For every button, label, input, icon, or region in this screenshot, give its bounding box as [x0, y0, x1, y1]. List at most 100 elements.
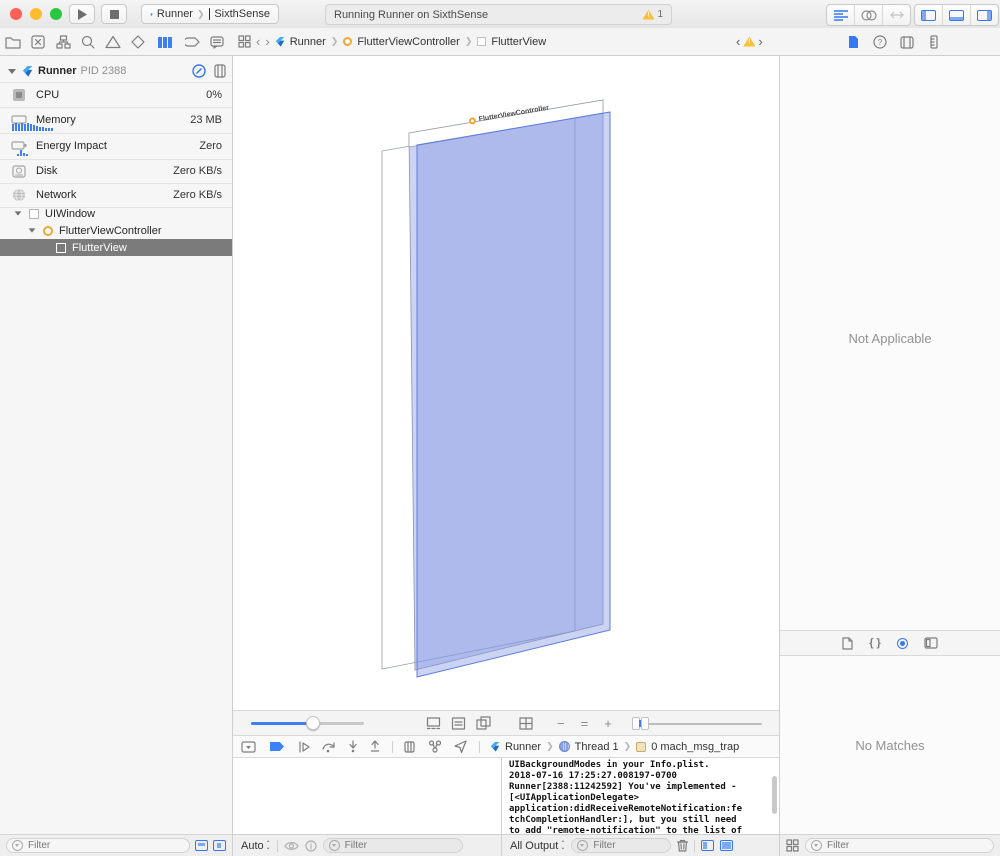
range-handle-right[interactable] [641, 717, 649, 730]
variables-filter-field[interactable] [323, 838, 463, 853]
symbol-navigator-tab[interactable] [54, 33, 72, 51]
variables-filter-input[interactable] [343, 839, 457, 852]
range-slider[interactable] [632, 717, 762, 730]
quick-help-inspector-tab[interactable]: ? [871, 33, 889, 51]
view-debugger-button[interactable] [403, 740, 416, 753]
toggle-navigator-button[interactable] [915, 5, 943, 25]
zoom-actual-button[interactable]: = [581, 716, 589, 731]
debugbar-thread[interactable]: Thread 1 [575, 741, 619, 753]
gauge-row-network[interactable]: Network Zero KB/s [0, 183, 232, 207]
debug-navigator-tab[interactable] [156, 33, 174, 51]
gauge-row-disk[interactable]: Disk Zero KB/s [0, 159, 232, 183]
media-library-tab[interactable] [924, 637, 938, 649]
find-navigator-tab[interactable] [79, 33, 97, 51]
disclosure-triangle[interactable] [8, 69, 16, 74]
report-navigator-tab[interactable] [208, 33, 226, 51]
console-filter-field[interactable] [571, 838, 671, 853]
step-out-button[interactable] [370, 740, 380, 753]
scope-label: Auto [241, 840, 264, 852]
library-filter-input[interactable] [825, 839, 988, 852]
cpu-icon [12, 88, 26, 102]
close-window-button[interactable] [10, 8, 22, 20]
size-inspector-tab[interactable] [925, 33, 943, 51]
project-navigator-tab[interactable] [4, 33, 22, 51]
spacing-slider[interactable] [251, 722, 364, 725]
scheme-selector[interactable]: Runner ❯ SixthSense [141, 4, 279, 24]
file-template-library-tab[interactable] [842, 637, 853, 650]
quicklook-eye-icon[interactable] [284, 841, 299, 851]
simulate-location-button[interactable] [454, 740, 467, 753]
library-filter-field[interactable] [805, 838, 994, 853]
process-row[interactable]: Runner PID 2388 [0, 60, 232, 82]
issue-navigator-tab[interactable] [104, 33, 122, 51]
disclosure-triangle[interactable] [29, 228, 36, 232]
debugbar-process[interactable]: Runner [505, 741, 541, 753]
source-control-navigator-tab[interactable] [29, 33, 47, 51]
standard-editor-button[interactable] [827, 5, 855, 25]
info-icon[interactable] [305, 840, 317, 852]
jumpbar-target[interactable]: Runner [290, 36, 326, 48]
gauge-row-cpu[interactable]: CPU 0% [0, 82, 232, 107]
flutterview-plane[interactable] [417, 112, 610, 677]
continue-button[interactable] [298, 741, 310, 753]
gauge-row-energy[interactable]: Energy Impact Zero [0, 133, 232, 158]
jumpbar-view[interactable]: FlutterView [491, 36, 546, 48]
disclosure-triangle[interactable] [15, 211, 22, 215]
zoom-fit-grid-button[interactable] [519, 717, 533, 730]
disk-icon [12, 165, 26, 178]
zoom-in-button[interactable]: + [604, 716, 612, 731]
show-views-with-drawing-icon[interactable] [195, 840, 208, 851]
console-output-popup[interactable]: All Output ⌃⌄ [510, 840, 565, 852]
tree-row-flutterview[interactable]: FlutterView [0, 239, 232, 256]
show-constrained-views-icon[interactable] [213, 840, 226, 851]
zoom-out-button[interactable]: − [557, 716, 565, 731]
toggle-debug-area-button[interactable] [943, 5, 971, 25]
variables-scope-popup[interactable]: Auto ⌃⌄ [241, 840, 271, 852]
forward-button[interactable]: › [265, 35, 269, 48]
console-scrollbar[interactable] [772, 776, 777, 814]
minimize-window-button[interactable] [30, 8, 42, 20]
library-grid-view-icon[interactable] [786, 839, 799, 852]
zoom-window-button[interactable] [50, 8, 62, 20]
hide-debug-area-button[interactable] [241, 741, 256, 753]
file-inspector-tab[interactable] [844, 33, 862, 51]
clear-console-trash-icon[interactable] [677, 839, 688, 852]
console-output[interactable]: UIBackgroundModes in your Info.plist. 20… [509, 760, 742, 837]
warning-icon[interactable] [743, 37, 755, 47]
tree-row-flutterviewcontroller[interactable]: FlutterViewController [0, 222, 232, 239]
show-variables-view-button[interactable] [701, 840, 714, 851]
navigator-filter-input[interactable] [26, 839, 184, 852]
view-hierarchy-canvas[interactable]: FlutterViewController [233, 56, 779, 710]
next-issue-button[interactable]: › [758, 35, 762, 48]
stop-button[interactable] [101, 4, 127, 24]
view-hierarchy-icon[interactable] [214, 64, 226, 78]
tree-row-uiwindow[interactable]: UIWindow [0, 205, 232, 222]
previous-issue-button[interactable]: ‹ [736, 35, 740, 48]
profile-in-instruments-icon[interactable] [192, 64, 206, 78]
console-filter-input[interactable] [591, 839, 665, 852]
assistant-editor-button[interactable] [855, 5, 883, 25]
back-button[interactable]: ‹ [256, 35, 260, 48]
breakpoint-navigator-tab[interactable] [183, 33, 201, 51]
jumpbar-controller[interactable]: FlutterViewController [357, 36, 460, 48]
debugbar-frame[interactable]: 0 mach_msg_trap [651, 741, 739, 753]
object-library-tab[interactable] [897, 638, 908, 649]
version-editor-button[interactable] [883, 5, 910, 25]
object-inspector-tab[interactable] [898, 33, 916, 51]
code-snippet-library-tab[interactable]: { } [869, 637, 881, 649]
step-over-button[interactable] [322, 741, 336, 753]
show-constraints-button[interactable] [451, 717, 466, 730]
run-button[interactable] [69, 4, 95, 24]
step-into-button[interactable] [348, 740, 358, 753]
test-navigator-tab[interactable] [129, 33, 147, 51]
orient-to-3d-button[interactable] [476, 716, 491, 730]
show-clipped-content-button[interactable] [426, 717, 441, 730]
show-console-button[interactable] [720, 840, 733, 851]
related-items-icon[interactable] [238, 35, 251, 48]
breakpoints-toggle-button[interactable] [270, 742, 284, 751]
issue-summary[interactable]: 1 [642, 9, 663, 20]
memory-graph-button[interactable] [428, 740, 442, 753]
variables-view[interactable] [233, 758, 501, 835]
navigator-filter-field[interactable] [6, 838, 190, 853]
toggle-inspector-button[interactable] [971, 5, 998, 25]
